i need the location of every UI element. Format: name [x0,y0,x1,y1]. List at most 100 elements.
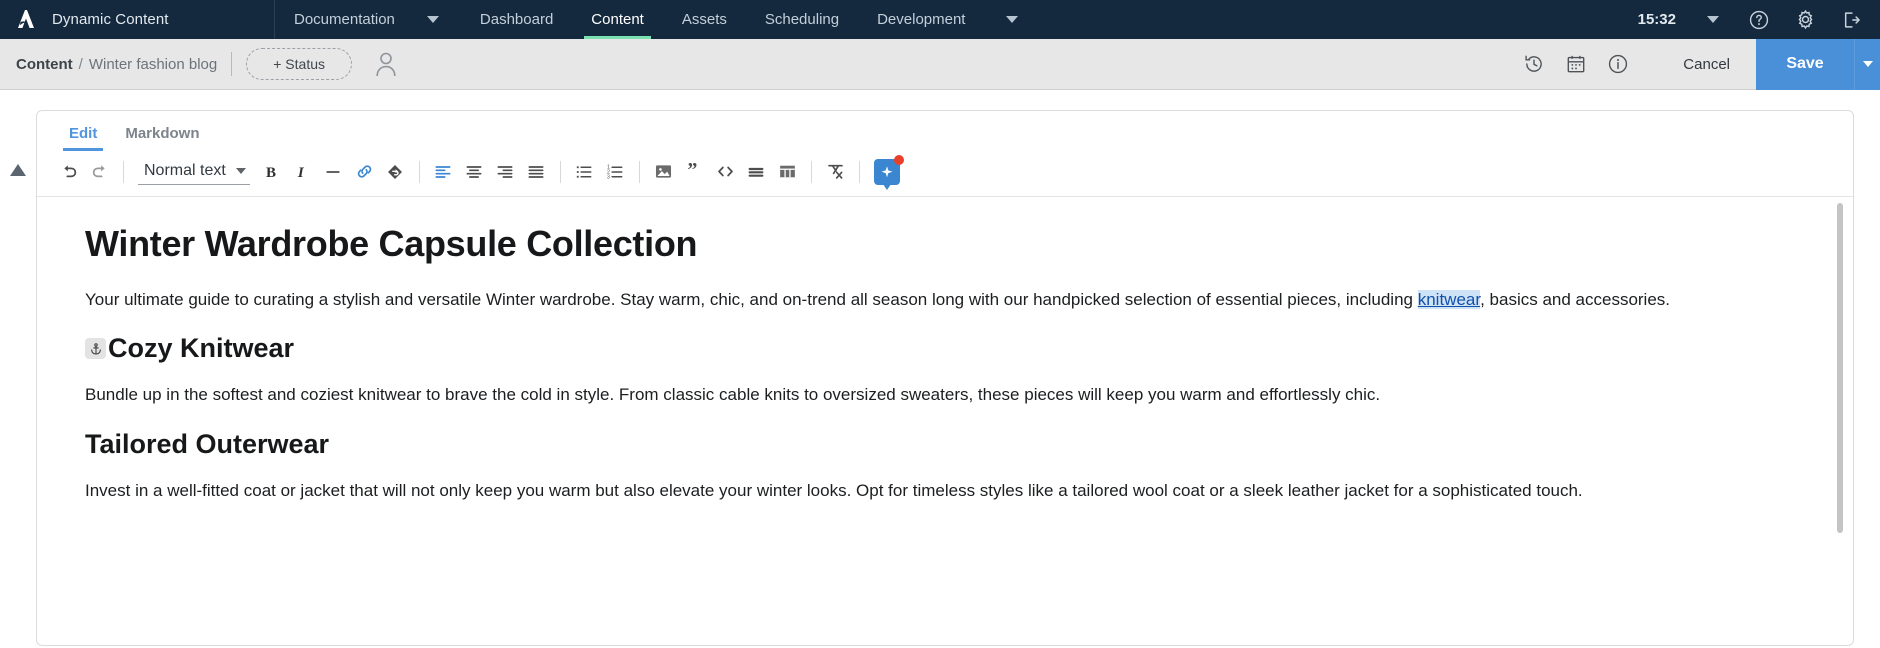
toolbar-divider [418,160,420,183]
assignee-avatar-button[interactable] [374,51,398,77]
redo-button[interactable] [84,156,115,187]
user-avatar-icon [376,52,396,77]
link-button[interactable] [349,156,380,187]
collapse-panel-arrow-icon[interactable] [10,164,26,176]
clear-formatting-icon [827,164,843,179]
align-center-button[interactable] [459,156,490,187]
image-icon [655,165,671,178]
document-scrollbar-thumb[interactable] [1837,203,1843,533]
svg-text:B: B [266,165,276,181]
help-icon [1749,10,1769,29]
schedule-calendar-button[interactable] [1555,44,1597,84]
amplience-logo-icon [14,8,38,32]
numbered-list-icon: 123 [607,164,623,180]
breadcrumb-root[interactable]: Content [16,56,73,73]
code-button[interactable] [710,156,741,187]
nav-item-dashboard[interactable]: Dashboard [461,0,572,39]
save-options-dropdown[interactable] [1854,38,1880,90]
undo-button[interactable] [53,156,84,187]
toolbar-divider [123,160,124,183]
tab-markdown[interactable]: Markdown [111,125,213,151]
divider [231,52,233,76]
blockquote-button[interactable]: ” [679,156,710,187]
undo-icon [63,164,76,177]
primary-nav-items: Documentation Dashboard Content Assets S… [275,0,1040,39]
ai-sparkle-icon [881,165,893,177]
cancel-button[interactable]: Cancel [1639,56,1756,73]
paragraph-knitwear: Bundle up in the softest and coziest kni… [85,385,1381,405]
info-icon [1609,54,1628,74]
nav-item-label: Assets [681,11,727,28]
heading-cozy-knitwear: Cozy Knitwear [85,333,1813,364]
development-dropdown-toggle[interactable] [984,0,1040,39]
ai-notification-badge [893,154,904,165]
top-nav-right-cluster: 15:32 [1632,0,1880,39]
top-navigation-bar: Dynamic Content Documentation Dashboard … [0,0,1880,39]
logout-button[interactable] [1828,0,1874,39]
info-button[interactable] [1597,44,1639,84]
heading-label: Cozy Knitwear [108,333,295,364]
heading-label: Tailored Outerwear [85,428,330,459]
toolbar-divider [559,160,561,183]
document-scrollbar-track[interactable] [1837,197,1848,643]
settings-button[interactable] [1782,0,1828,39]
insert-table-button[interactable] [772,156,803,187]
document-editor-body[interactable]: Winter Wardrobe Capsule Collection Your … [37,197,1853,643]
brand-area[interactable]: Dynamic Content [0,0,275,39]
intro-paragraph: Your ultimate guide to curating a stylis… [85,289,1785,311]
code-icon [717,166,733,177]
tab-label: Edit [69,125,98,142]
strikethrough-icon [326,170,340,173]
nav-item-assets[interactable]: Assets [663,0,746,39]
nav-item-content[interactable]: Content [572,0,663,39]
subheader-actions: Cancel Save [1513,38,1880,90]
clock-dropdown-toggle[interactable] [1690,0,1736,39]
clear-formatting-button[interactable] [820,156,851,187]
version-history-button[interactable] [1513,44,1555,84]
bold-button[interactable]: B [256,156,287,187]
svg-text:”: ” [688,162,698,181]
heading-tailored-outerwear: Tailored Outerwear [85,429,1813,460]
paragraph-outerwear: Invest in a well-fitted coat or jacket t… [85,480,1583,500]
strikethrough-button[interactable] [318,156,349,187]
bullet-list-button[interactable] [569,156,600,187]
intro-text-after: , basics and accessories. [1480,290,1671,309]
align-left-button[interactable] [428,156,459,187]
text-style-select[interactable]: Normal text [138,158,250,185]
align-justify-button[interactable] [521,156,552,187]
tab-edit[interactable]: Edit [55,125,111,151]
cancel-label: Cancel [1683,55,1730,73]
text-style-value: Normal text [144,161,226,179]
chevron-down-icon [426,16,439,23]
align-right-button[interactable] [490,156,521,187]
anchor-marker-button[interactable] [380,156,411,187]
anchor-icon[interactable] [85,338,106,360]
insert-image-button[interactable] [648,156,679,187]
nav-item-development[interactable]: Development [858,0,984,39]
documentation-dropdown-toggle[interactable] [405,0,461,39]
gear-icon [1798,9,1812,30]
save-button[interactable]: Save [1756,38,1854,90]
history-icon [1525,55,1543,72]
editor-stage: Edit Markdown Normal text B I 1 2 3 ” Wi… [0,90,1880,646]
chevron-down-icon [1707,16,1719,23]
nav-item-documentation[interactable]: Documentation [275,0,405,39]
bold-icon: B [266,165,276,181]
content-subheader: Content / Winter fashion blog + Status C… [0,38,1880,90]
italic-button[interactable]: I [287,156,318,187]
align-justify-icon [528,165,544,178]
blockquote-icon: ” [688,162,698,181]
logout-icon [1844,11,1860,28]
ai-assist-button[interactable] [873,154,904,190]
knitwear-link[interactable]: knitwear [1417,290,1481,309]
numbered-list-button[interactable]: 123 [600,156,631,187]
horizontal-rule-button[interactable] [741,156,772,187]
add-status-button[interactable]: + Status [246,48,352,80]
help-button[interactable] [1736,0,1782,39]
add-status-label: + Status [273,56,325,72]
redo-icon [92,164,105,177]
nav-item-scheduling[interactable]: Scheduling [746,0,858,39]
nav-item-label: Dashboard [479,11,554,28]
italic-icon: I [297,165,305,181]
toolbar-divider [858,160,860,183]
